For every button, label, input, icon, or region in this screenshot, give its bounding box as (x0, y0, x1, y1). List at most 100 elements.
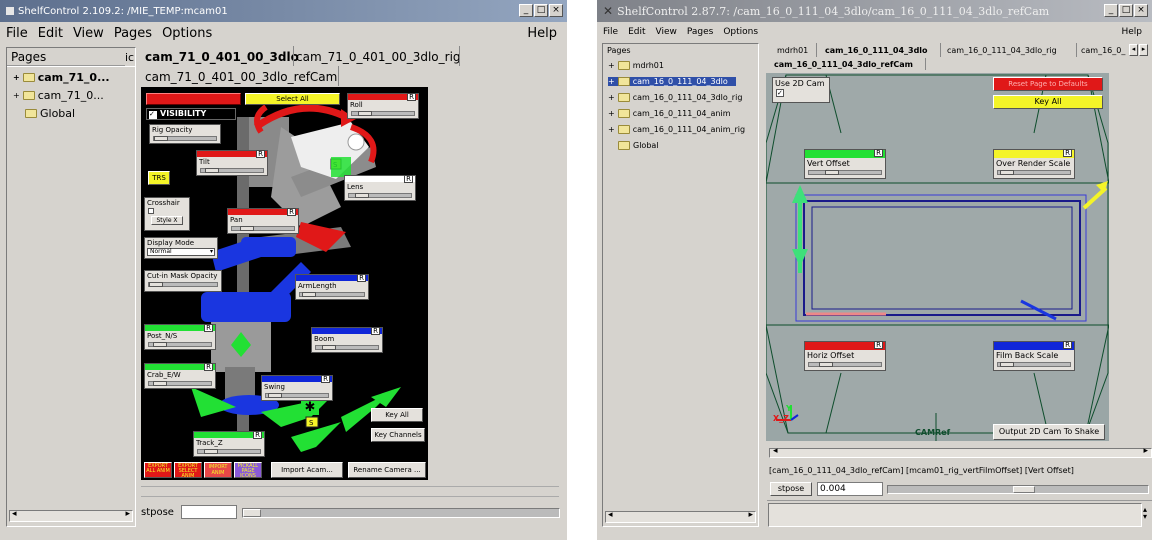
tab-scroll-right-icon[interactable]: ▸ (1139, 44, 1148, 56)
key-all-button[interactable]: Key All (371, 408, 423, 422)
style-x-button[interactable]: Style X (151, 216, 183, 225)
minimize-button[interactable]: _ (1104, 4, 1118, 17)
display-mode-select[interactable]: Normal ▾ (147, 248, 215, 256)
use-2d-cam-control[interactable]: Use 2D Cam ✓ (772, 77, 830, 103)
rig-opacity-control[interactable]: Rig Opacity (149, 124, 221, 144)
menu-pages[interactable]: Pages (687, 27, 713, 37)
post-ns-control[interactable]: R Post_N/S (144, 324, 216, 350)
pan-slider[interactable] (231, 226, 295, 231)
menu-options[interactable]: Options (162, 26, 212, 41)
horiz-offset-slider[interactable] (808, 362, 882, 367)
roll-slider[interactable] (351, 111, 415, 116)
maximize-button[interactable]: □ (534, 4, 548, 17)
key-channels-button[interactable]: Key Channels (371, 428, 425, 442)
tree-item[interactable]: + cam_16_0_111_04_anim_rig (608, 125, 745, 134)
pages-tab[interactable]: Pages (7, 48, 125, 66)
tab-truncated[interactable]: cam_16_0_ (1081, 46, 1125, 55)
scroll-right-icon[interactable]: ▸ (1143, 446, 1148, 456)
tab-3dlo[interactable]: cam_16_0_111_04_3dlo (825, 46, 928, 55)
key-icon[interactable]: R (321, 375, 330, 383)
camera-frame-viewport[interactable]: Use 2D Cam ✓ Reset Page to Defaults Key A… (766, 73, 1109, 441)
output-2d-cam-button[interactable]: Output 2D Cam To Shake (993, 424, 1105, 440)
tree-item[interactable]: + cam_71_0... (13, 89, 104, 102)
close-button[interactable]: × (1134, 4, 1148, 17)
tilt-control[interactable]: R Tilt (196, 150, 268, 176)
value-slider[interactable] (242, 508, 560, 518)
menu-help[interactable]: Help (527, 26, 557, 41)
output-area[interactable] (768, 503, 1142, 527)
menu-edit[interactable]: Edit (628, 27, 645, 37)
reset-page-button[interactable]: Reset Page to Defaults (146, 93, 241, 105)
tilt-slider[interactable] (200, 168, 264, 173)
tree-item[interactable]: + cam_71_0... (13, 71, 110, 84)
crab-ew-slider[interactable] (148, 381, 212, 386)
title-bar[interactable]: ShelfControl 2.109.2: /MIE_TEMP:mcam01 _… (0, 0, 567, 22)
spinner-icon[interactable]: ▴ ▾ (1143, 506, 1147, 521)
menu-options[interactable]: Options (723, 27, 758, 37)
scroll-left-icon[interactable]: ◂ (773, 446, 778, 456)
tree-item[interactable]: Global (618, 141, 659, 150)
tree-item[interactable]: + mdrh01 (608, 61, 664, 70)
post-ns-slider[interactable] (148, 342, 212, 347)
close-button[interactable]: × (549, 4, 563, 17)
film-back-scale-slider[interactable] (997, 362, 1071, 367)
checkbox-icon[interactable]: ✓ (149, 111, 157, 119)
title-bar[interactable]: ✕ ShelfControl 2.87.7: /cam_16_0_111_04_… (597, 0, 1152, 22)
lens-control[interactable]: R Lens (344, 175, 416, 201)
over-render-scale-slider[interactable] (997, 170, 1071, 175)
key-icon[interactable]: R (204, 363, 213, 371)
scroll-left-icon[interactable]: ◂ (608, 510, 613, 520)
key-icon[interactable]: R (256, 150, 265, 158)
s-marker-lower[interactable]: S (309, 419, 314, 427)
armlength-control[interactable]: R ArmLength (295, 274, 369, 300)
track-z-control[interactable]: R Track_Z (193, 431, 265, 457)
film-back-scale-control[interactable]: R Film Back Scale (993, 341, 1075, 371)
tree-item[interactable]: + cam_16_0_111_04_anim (608, 109, 731, 118)
display-mode-control[interactable]: Display Mode Normal ▾ (144, 237, 218, 259)
key-icon[interactable]: R (357, 274, 366, 282)
crosshair-checkbox[interactable] (148, 208, 154, 214)
horiz-offset-control[interactable]: R Horiz Offset (804, 341, 886, 371)
vert-offset-slider[interactable] (808, 170, 882, 175)
key-icon[interactable]: R (407, 93, 416, 101)
tab-3dlo-refcam[interactable]: cam_16_0_111_04_3dlo_refCam (774, 60, 913, 69)
tab-mdrh01[interactable]: mdrh01 (777, 46, 808, 55)
tab-3dlo-rig[interactable]: cam_71_0_401_00_3dlo_rig (296, 50, 461, 64)
key-icon[interactable]: R (874, 341, 883, 349)
value-field[interactable]: 0.004 (817, 482, 883, 496)
menu-file[interactable]: File (6, 26, 28, 41)
menu-view[interactable]: View (73, 26, 104, 41)
key-icon[interactable]: R (204, 324, 213, 332)
tab-3dlo-refcam[interactable]: cam_71_0_401_00_3dlo_refCam (145, 70, 337, 84)
boom-control[interactable]: R Boom (311, 327, 383, 353)
camera-rig-viewport[interactable]: ✱ S S Reset Page to Defaults Select All … (141, 87, 428, 480)
tree-item[interactable]: + cam_16_0_111_04_3dlo_rig (608, 93, 742, 102)
lens-slider[interactable] (348, 193, 412, 198)
value-field[interactable] (181, 505, 237, 519)
pages-tab[interactable]: Pages (607, 46, 631, 55)
menu-help[interactable]: Help (1121, 27, 1142, 37)
pickall-page-icons-button[interactable]: PICKALL PAGE ICONS (234, 462, 262, 478)
menu-edit[interactable]: Edit (38, 26, 63, 41)
menu-pages[interactable]: Pages (114, 26, 152, 41)
stpose-button[interactable]: stpose (770, 482, 812, 496)
track-z-slider[interactable] (197, 449, 261, 454)
cut-in-mask-slider[interactable] (148, 282, 218, 287)
maximize-button[interactable]: □ (1119, 4, 1133, 17)
tree-item-selected[interactable]: + cam_16_0_111_04_3dlo (608, 77, 736, 86)
visibility-toggle[interactable]: ✓ VISIBILITY (146, 108, 236, 120)
crab-ew-control[interactable]: R Crab_E/W (144, 363, 216, 389)
scroll-right-icon[interactable]: ▸ (125, 509, 130, 519)
trs-button[interactable]: TRS (148, 171, 170, 185)
horizontal-scrollbar[interactable]: ◂ ▸ (9, 509, 133, 522)
boom-slider[interactable] (315, 345, 379, 350)
export-select-anim-button[interactable]: EXPORT SELECT ANIM (174, 462, 202, 478)
key-icon[interactable]: R (253, 431, 262, 439)
swing-control[interactable]: R Swing (261, 375, 333, 401)
roll-control[interactable]: R Roll (347, 93, 419, 119)
over-render-scale-control[interactable]: R Over Render Scale (993, 149, 1075, 179)
rig-opacity-slider[interactable] (153, 136, 217, 141)
tab-scroll-left-icon[interactable]: ◂ (1129, 44, 1138, 56)
key-all-button[interactable]: Key All (993, 95, 1103, 109)
key-icon[interactable]: R (874, 149, 883, 157)
